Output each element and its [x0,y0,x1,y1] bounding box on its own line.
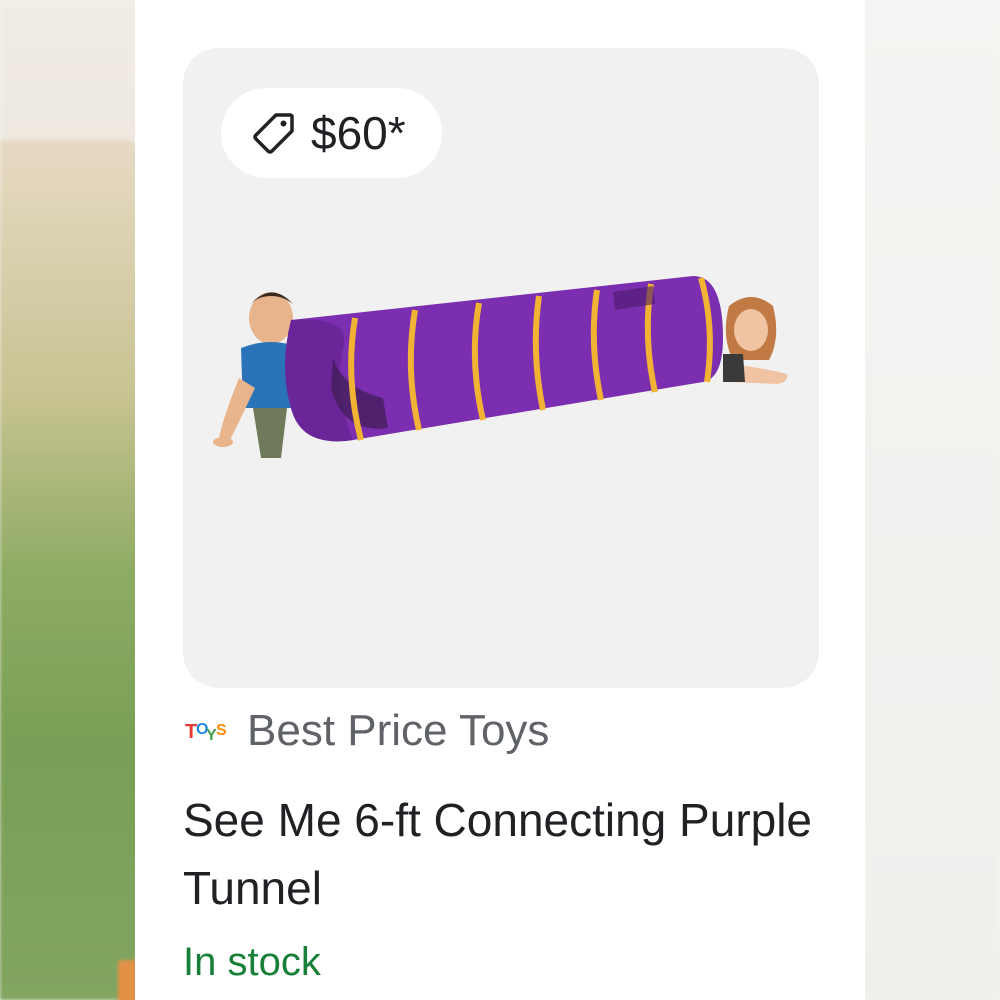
availability-status: In stock [183,940,321,984]
svg-text:S: S [216,722,227,739]
tag-icon [251,110,297,156]
product-title[interactable]: See Me 6-ft Connecting Purple Tunnel [183,786,823,922]
store-logo-icon: T O Y S [183,708,229,754]
price-chip: $60* [221,88,442,178]
child-right [723,297,788,384]
tunnel [285,276,723,442]
screen: $60* T O Y S Best Price Toys See Me 6-ft… [0,0,1000,1000]
background-right-blur [865,0,1000,1000]
product-card[interactable]: $60* T O Y S Best Price Toys See Me 6-ft… [135,0,865,1000]
store-row[interactable]: T O Y S Best Price Toys [183,706,549,756]
price-label: $60* [311,107,406,159]
product-image-container[interactable]: $60* [183,48,819,688]
adjacent-product-card[interactable] [0,140,145,1000]
store-name[interactable]: Best Price Toys [247,706,549,756]
